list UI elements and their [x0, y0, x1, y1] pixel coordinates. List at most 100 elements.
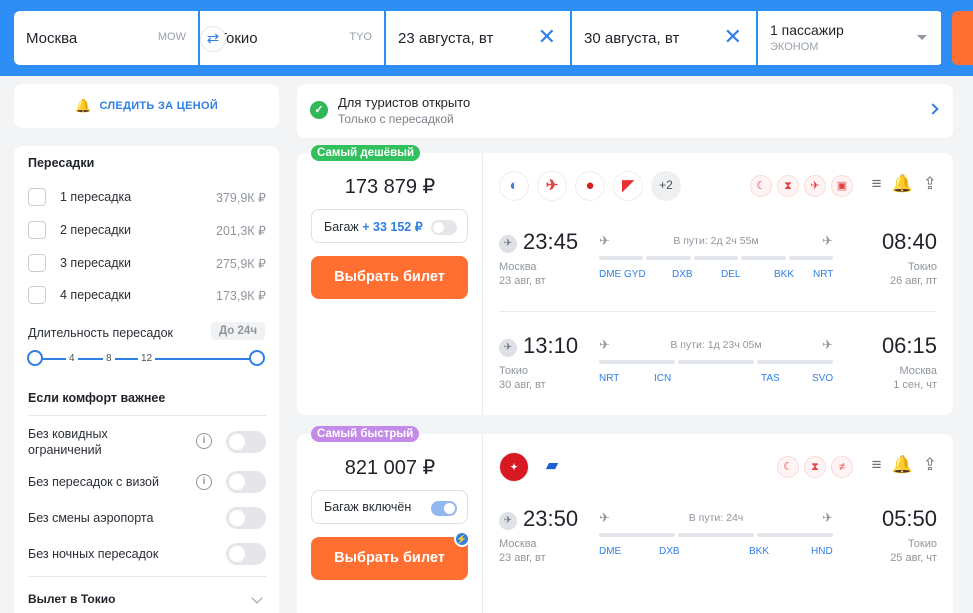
duration-tick: 8: [103, 353, 115, 364]
long-transfer-icon[interactable]: ⧗: [777, 175, 799, 197]
arrival-time: 06:15: [881, 333, 937, 358]
night-transfer-icon[interactable]: ☾: [750, 175, 772, 197]
baggage-toggle[interactable]: [431, 220, 457, 235]
warning-badges: ☾ ⧗ ≠: [777, 456, 853, 478]
long-transfer-icon[interactable]: ⧗: [804, 456, 826, 478]
comfort-option-visa[interactable]: Без пересадок с визой i: [28, 471, 266, 496]
more-airlines-badge[interactable]: +2: [651, 171, 681, 201]
clear-depart-icon[interactable]: ✕: [538, 26, 556, 48]
stops-option-price: 201,3К ₽: [216, 224, 266, 238]
airport-code[interactable]: GYD: [624, 269, 646, 280]
airport-code[interactable]: DXB: [659, 546, 680, 557]
airport-change-icon[interactable]: ≠: [831, 456, 853, 478]
airport-code[interactable]: DEL: [721, 269, 740, 280]
airport-code[interactable]: TAS: [761, 373, 780, 384]
airport-code[interactable]: NRT: [813, 269, 833, 280]
notify-bell-icon[interactable]: 🔔: [892, 174, 913, 194]
duration-slider-max-handle[interactable]: [249, 350, 265, 366]
departure-date: 23 авг, вт: [499, 552, 546, 564]
stops-option[interactable]: 3 пересадки 275,9К ₽: [28, 254, 266, 274]
fastest-tag: Самый быстрый: [311, 426, 420, 442]
info-icon[interactable]: i: [196, 474, 212, 490]
track-price-button[interactable]: 🔔 СЛЕДИТЬ ЗА ЦЕНОЙ: [14, 84, 279, 128]
stops-option[interactable]: 2 пересадки 201,3К ₽: [28, 221, 266, 241]
arrival-city: Токио: [907, 261, 937, 273]
comfort-filter-title: Если комфорт важнее: [28, 391, 166, 405]
swap-icon[interactable]: ⇄: [200, 26, 226, 52]
search-button[interactable]: [952, 11, 973, 65]
airport-code[interactable]: DXB: [672, 269, 693, 280]
chevron-down-icon[interactable]: [251, 592, 263, 604]
checkbox[interactable]: [28, 188, 46, 206]
cabin-class: ЭКОНОМ: [770, 41, 819, 53]
departure-city: Москва: [499, 538, 537, 550]
night-transfer-icon[interactable]: ☾: [777, 456, 799, 478]
baggage-text: Багаж: [324, 220, 359, 234]
baggage-option[interactable]: Багаж + 33 152 ₽: [311, 209, 468, 243]
comfort-option-night[interactable]: Без ночных пересадок: [28, 543, 266, 568]
divider: [28, 415, 266, 416]
notify-bell-icon[interactable]: 🔔: [892, 455, 913, 475]
airline-logo-icon: ◤: [613, 171, 643, 201]
airport-code[interactable]: HND: [811, 546, 833, 557]
checkbox[interactable]: [28, 286, 46, 304]
share-icon[interactable]: ⇪: [923, 455, 937, 475]
departure-time: 13:10: [523, 333, 579, 358]
airport-code[interactable]: BKK: [774, 269, 794, 280]
search-header: Москва MOW Токио TYO 23 августа, вт ✕ 30…: [0, 0, 973, 76]
ticket-card: Самый дешёвый 173 879 ₽ Багаж + 33 152 ₽…: [297, 145, 953, 415]
arrival-date: 25 авг, чт: [890, 552, 937, 564]
clear-return-icon[interactable]: ✕: [724, 26, 742, 48]
select-ticket-button[interactable]: Выбрать билет ⚡: [311, 531, 470, 580]
airport-codes: DME GYD DXB DEL BKK NRT: [599, 269, 833, 283]
comfort-toggle[interactable]: [226, 543, 266, 565]
airport-code[interactable]: BKK: [749, 546, 769, 557]
arrival-time: 08:40: [881, 229, 937, 254]
ticket-actions: ≡ 🔔 ⇪: [872, 455, 937, 475]
add-to-list-icon[interactable]: ≡: [872, 455, 882, 475]
travel-notice[interactable]: ✓ Для туристов открыто Только с пересадк…: [297, 84, 953, 138]
baggage-label: Багаж + 33 152 ₽: [324, 219, 423, 234]
departure-filter-title[interactable]: Вылет в Токио: [28, 592, 115, 606]
comfort-option-label: Без пересадок с визой: [28, 475, 159, 489]
depart-date-field[interactable]: 23 августа, вт ✕: [386, 11, 572, 65]
info-icon[interactable]: i: [196, 433, 212, 449]
add-to-list-icon[interactable]: ≡: [872, 174, 882, 194]
route-timeline: ✈ ✈ В пути: 24ч DME DXB BKK HND: [599, 506, 833, 566]
airport-code[interactable]: ICN: [654, 373, 671, 384]
comfort-option-airport[interactable]: Без смены аэропорта: [28, 507, 266, 532]
comfort-toggle[interactable]: [226, 507, 266, 529]
checkbox[interactable]: [28, 221, 46, 239]
stops-option[interactable]: 1 пересадка 379,9К ₽: [28, 188, 266, 208]
comfort-toggle[interactable]: [226, 471, 266, 493]
departure-time: 23:50: [523, 506, 579, 531]
duration-filter-label: Длительность пересадок: [28, 326, 174, 340]
stops-option[interactable]: 4 пересадки 173,9К ₽: [28, 286, 266, 306]
baggage-toggle[interactable]: [431, 501, 457, 516]
stops-option-price: 173,9К ₽: [216, 289, 266, 303]
airport-code[interactable]: DME: [599, 269, 621, 280]
departure-city: Токио: [499, 365, 529, 377]
airport-code[interactable]: DME: [599, 546, 621, 557]
checkbox[interactable]: [28, 254, 46, 272]
chevron-right-icon[interactable]: [927, 103, 939, 115]
share-icon[interactable]: ⇪: [923, 174, 937, 194]
airport-change-icon[interactable]: ✈: [804, 175, 826, 197]
duration-slider-min-handle[interactable]: [27, 350, 43, 366]
origin-field[interactable]: Москва MOW: [14, 11, 200, 65]
arrival-city: Москва: [899, 365, 937, 377]
baggage-option[interactable]: Багаж включён: [311, 490, 468, 524]
select-ticket-button[interactable]: Выбрать билет: [311, 256, 468, 299]
stops-filter-title: Пересадки: [28, 156, 95, 170]
airport-code[interactable]: NRT: [599, 373, 619, 384]
comfort-toggle[interactable]: [226, 431, 266, 453]
destination-field[interactable]: Токио TYO: [200, 11, 386, 65]
baggage-recheck-icon[interactable]: ▣: [831, 175, 853, 197]
stops-option-price: 379,9К ₽: [216, 191, 266, 205]
airport-code[interactable]: SVO: [812, 373, 833, 384]
comfort-option-covid[interactable]: Без ковидных ограничений i: [28, 426, 266, 460]
duration-tick: 12: [138, 353, 156, 364]
return-date-field[interactable]: 30 августа, вт ✕: [572, 11, 758, 65]
airline-logo-icon: ▰: [537, 452, 567, 482]
passengers-field[interactable]: 1 пассажир ЭКОНОМ: [758, 11, 943, 65]
